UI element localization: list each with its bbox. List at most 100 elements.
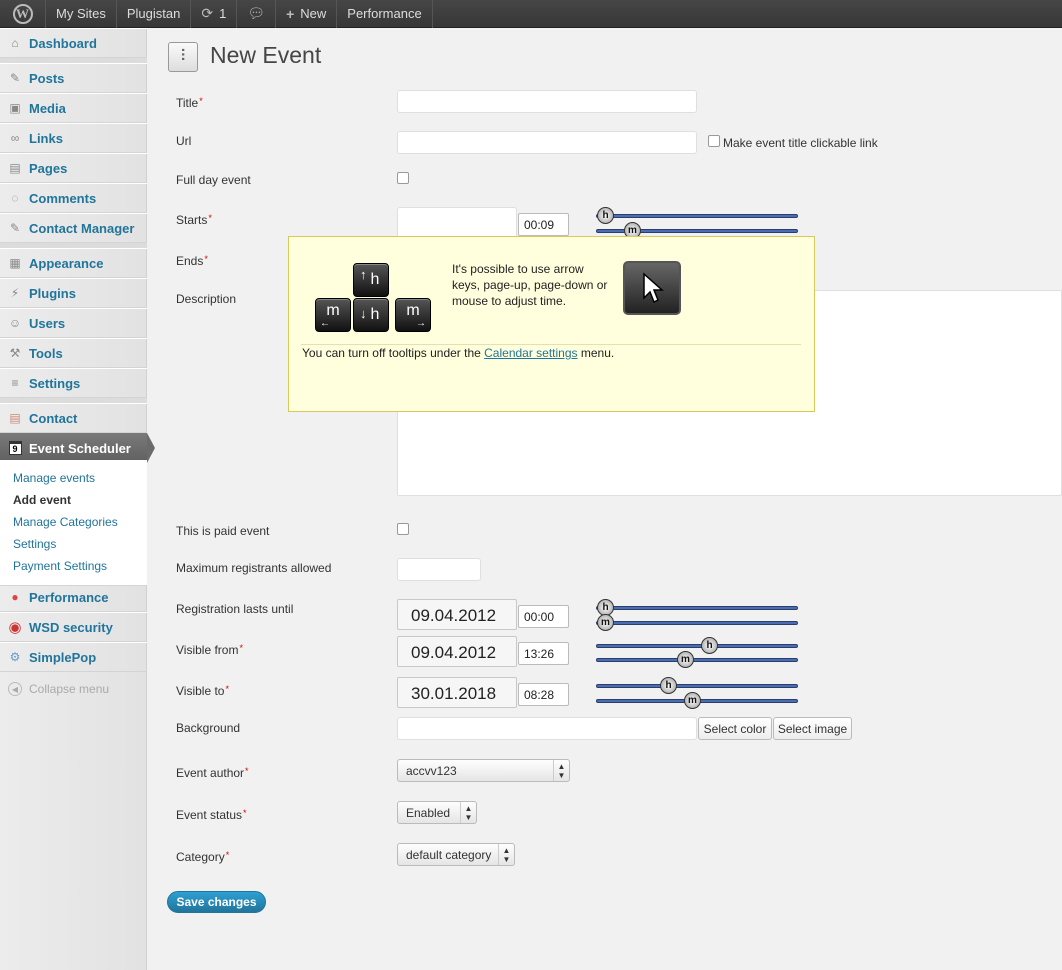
- menu-tools[interactable]: ⚒ Tools: [0, 338, 147, 368]
- pin-icon: ✎: [9, 71, 21, 85]
- max-registrants-label: Maximum registrants allowed: [176, 561, 332, 575]
- refresh-icon: ⟳: [201, 5, 214, 21]
- collapse-menu-button[interactable]: ◀ Collapse menu: [0, 674, 147, 704]
- tooltip-text: It's possible to use arrow keys, page-up…: [452, 262, 608, 308]
- visible-to-hour-slider[interactable]: h: [596, 677, 798, 694]
- menu-event-scheduler[interactable]: 9 Event Scheduler: [0, 433, 155, 463]
- submenu-manage-events[interactable]: Manage events: [13, 471, 95, 485]
- arrow-right-key-icon: m →: [395, 298, 431, 332]
- registration-minute-slider[interactable]: m: [596, 614, 798, 631]
- menu-settings[interactable]: ≡ Settings: [0, 368, 147, 398]
- new-content-link[interactable]: + New: [276, 0, 338, 28]
- wordpress-icon: W: [12, 3, 33, 24]
- full-day-checkbox[interactable]: [397, 172, 409, 184]
- starts-label: Starts*: [176, 213, 212, 227]
- event-author-label: Event author*: [176, 766, 249, 780]
- registration-until-date[interactable]: 09.04.2012: [397, 599, 517, 630]
- minute-handle[interactable]: m: [597, 614, 614, 631]
- paid-event-checkbox[interactable]: [397, 523, 409, 535]
- select-color-button[interactable]: Select color: [698, 717, 772, 740]
- menu-media[interactable]: ▣ Media: [0, 93, 147, 123]
- clickable-link-checkbox[interactable]: [708, 135, 720, 147]
- collapse-icon: ◀: [7, 681, 23, 697]
- event-scheduler-submenu: Manage events Add event Manage Categorie…: [0, 460, 147, 586]
- url-input[interactable]: [397, 131, 697, 154]
- select-arrows-icon: ▲ ▼: [553, 760, 569, 781]
- visible-to-date[interactable]: 30.01.2018: [397, 677, 517, 708]
- arrow-down-key-icon: ↓ h: [353, 298, 389, 332]
- menu-wsd-security[interactable]: ◉ WSD security: [0, 612, 147, 642]
- menu-performance[interactable]: ● Performance: [0, 582, 147, 612]
- arrow-up-key-icon: ↑ h: [353, 263, 389, 297]
- max-registrants-input[interactable]: [397, 558, 481, 581]
- calendar-settings-link[interactable]: Calendar settings: [484, 346, 577, 360]
- menu-links[interactable]: ∞ Links: [0, 123, 147, 153]
- tooltip-footer: You can turn off tooltips under the Cale…: [302, 346, 615, 360]
- required-mark: *: [225, 684, 229, 694]
- home-icon: ⌂: [11, 36, 19, 50]
- menu-pages[interactable]: ▤ Pages: [0, 153, 147, 183]
- site-name-link[interactable]: Plugistan: [117, 0, 192, 28]
- background-input[interactable]: [397, 717, 697, 740]
- clickable-link-label: Make event title clickable link: [723, 136, 878, 150]
- title-label: Title*: [176, 96, 203, 110]
- tooltip-divider: [301, 344, 801, 345]
- required-mark: *: [199, 96, 203, 106]
- title-input[interactable]: [397, 90, 697, 113]
- required-mark: *: [239, 643, 243, 653]
- menu-posts[interactable]: ✎ Posts: [0, 63, 147, 93]
- tools-page-icon: ⫶: [168, 42, 198, 72]
- performance-link[interactable]: Performance: [337, 0, 433, 28]
- starts-time: 00:09: [518, 213, 569, 236]
- menu-appearance[interactable]: ▦ Appearance: [0, 248, 147, 278]
- link-icon: ∞: [10, 131, 20, 145]
- submenu-add-event[interactable]: Add event: [13, 493, 71, 507]
- submenu-settings[interactable]: Settings: [13, 537, 56, 551]
- page-icon: ▤: [9, 161, 21, 175]
- admin-bar: W My Sites Plugistan ⟳ 1 💬︎ + New Performa…: [0, 0, 1062, 28]
- hour-handle[interactable]: h: [701, 637, 718, 654]
- menu-contact-manager[interactable]: ✎ Contact Manager: [0, 213, 147, 243]
- required-mark: *: [208, 213, 212, 223]
- menu-plugins[interactable]: ⚡︎ Plugins: [0, 278, 147, 308]
- select-arrows-icon: ▲ ▼: [460, 802, 476, 823]
- minute-handle[interactable]: m: [684, 692, 701, 709]
- starts-minute-slider[interactable]: m: [596, 222, 798, 239]
- starts-date-input[interactable]: [397, 207, 517, 238]
- minute-handle[interactable]: m: [677, 651, 694, 668]
- hour-handle[interactable]: h: [660, 677, 677, 694]
- wordpress-logo[interactable]: W: [0, 0, 46, 28]
- comment-icon: ◌: [11, 191, 19, 205]
- mouse-cursor-icon: [623, 261, 681, 315]
- comments-link[interactable]: 💬︎: [237, 0, 277, 28]
- description-label: Description: [176, 292, 237, 306]
- menu-simplepop[interactable]: ⚙ SimplePop: [0, 642, 147, 672]
- starts-hour-slider[interactable]: h: [596, 207, 798, 224]
- visible-from-hour-slider[interactable]: h: [596, 637, 798, 654]
- category-select[interactable]: default category ▲ ▼: [397, 843, 515, 866]
- registration-until-time: 00:00: [518, 605, 569, 628]
- save-changes-button[interactable]: Save changes: [167, 891, 266, 913]
- menu-dashboard[interactable]: ⌂ Dashboard: [0, 28, 147, 58]
- event-status-select[interactable]: Enabled ▲ ▼: [397, 801, 477, 824]
- plus-icon: +: [286, 5, 295, 22]
- submenu-manage-categories[interactable]: Manage Categories: [13, 515, 118, 529]
- updates-link[interactable]: ⟳ 1: [191, 0, 238, 28]
- visible-from-minute-slider[interactable]: m: [596, 651, 798, 668]
- select-image-button[interactable]: Select image: [773, 717, 852, 740]
- registration-hour-slider[interactable]: h: [596, 599, 798, 616]
- menu-users[interactable]: ☺ Users: [0, 308, 147, 338]
- visible-to-minute-slider[interactable]: m: [596, 692, 798, 709]
- visible-to-label: Visible to*: [176, 684, 229, 698]
- registration-until-label: Registration lasts until: [176, 602, 294, 616]
- event-author-select[interactable]: accvv123 ▲ ▼: [397, 759, 570, 782]
- menu-contact[interactable]: ▤ Contact: [0, 403, 147, 433]
- visible-from-date[interactable]: 09.04.2012: [397, 636, 517, 667]
- submenu-payment-settings[interactable]: Payment Settings: [13, 559, 107, 573]
- tools-icon: ⚒: [9, 346, 21, 360]
- performance-icon: ●: [11, 590, 19, 604]
- menu-comments[interactable]: ◌ Comments: [0, 183, 147, 213]
- full-day-label: Full day event: [176, 173, 251, 187]
- hour-handle[interactable]: h: [597, 207, 614, 224]
- my-sites-link[interactable]: My Sites: [46, 0, 117, 28]
